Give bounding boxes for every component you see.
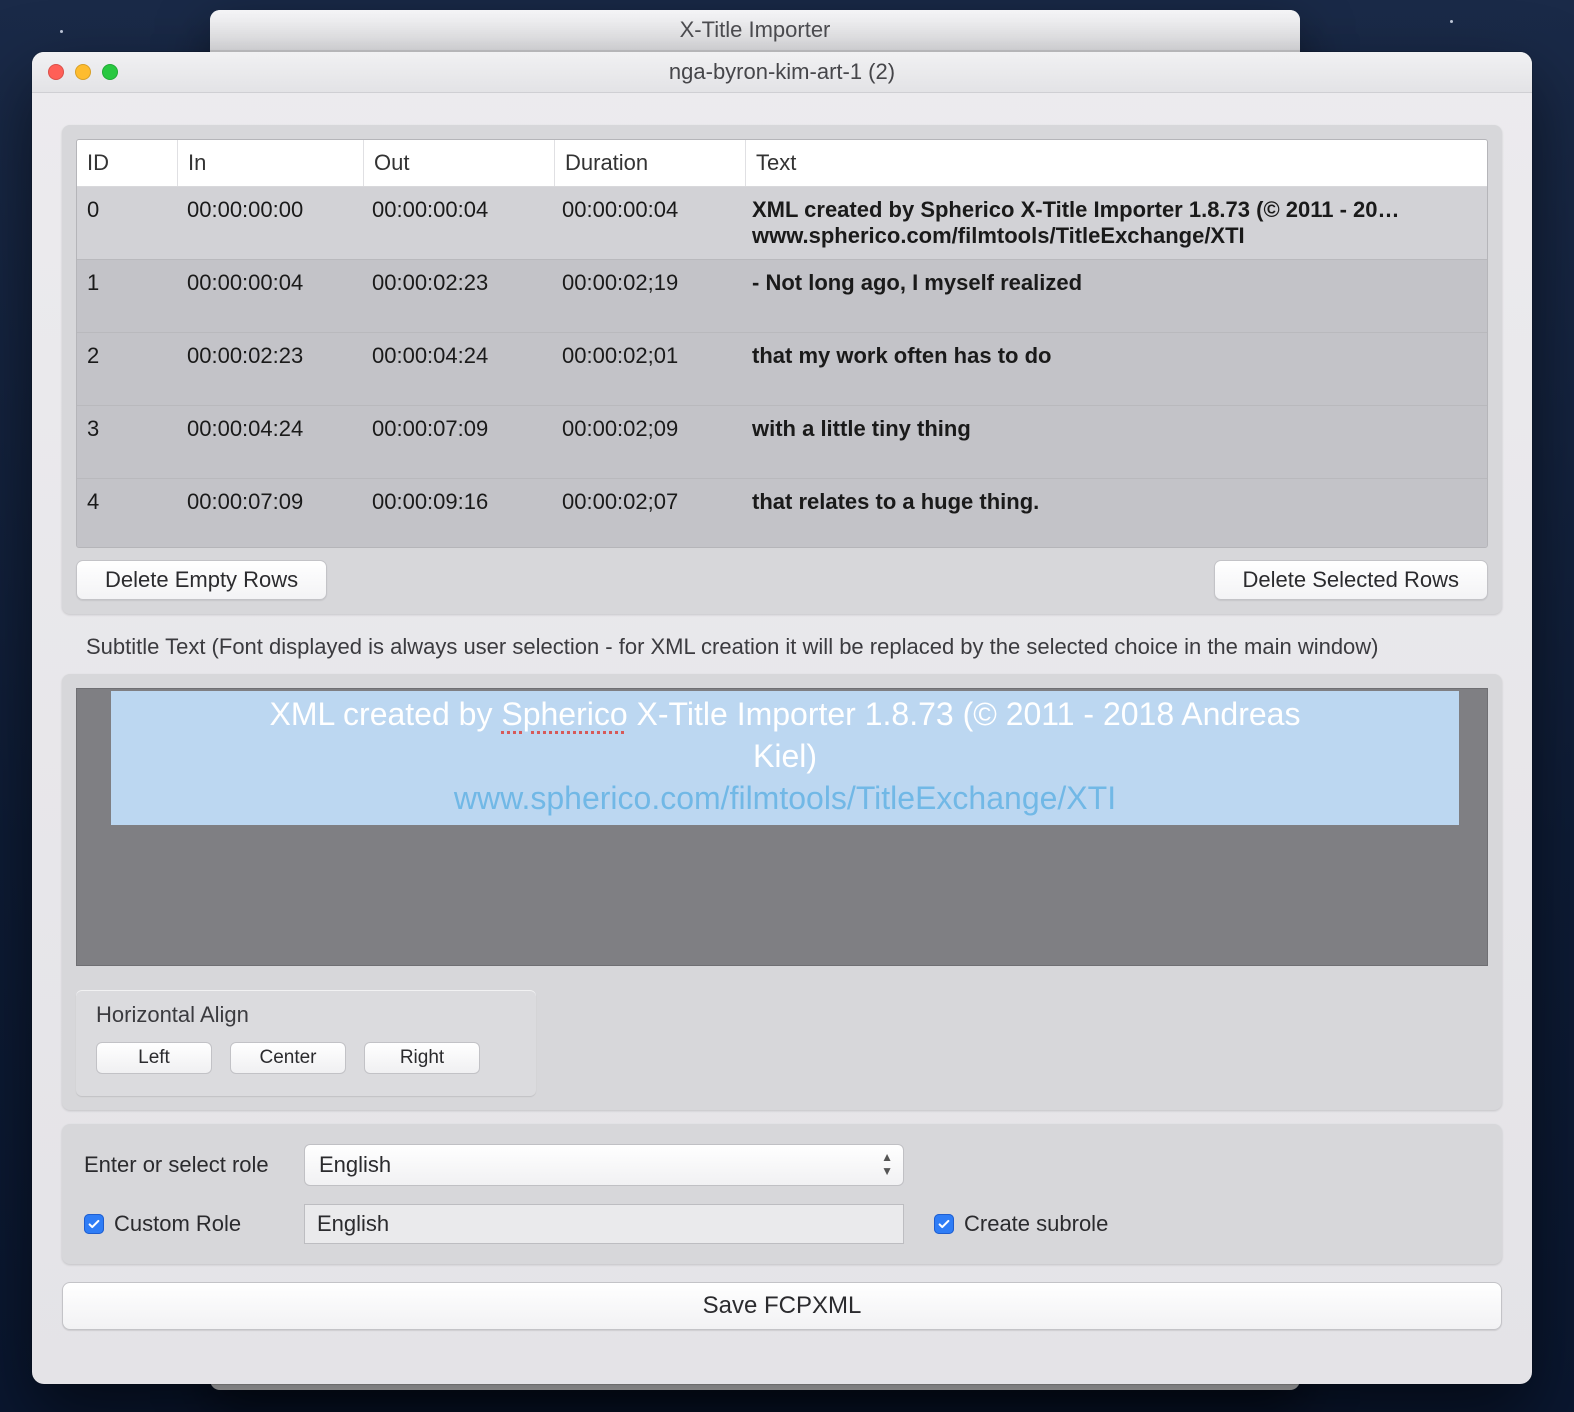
table-header: ID In Out Duration Text	[77, 140, 1487, 187]
col-out[interactable]: Out	[364, 140, 555, 186]
subtitle-preview-panel: XML created by Spherico X-Title Importer…	[62, 674, 1502, 1110]
save-fcpxml-button[interactable]: Save FCPXML	[62, 1282, 1502, 1330]
horizontal-align-label: Horizontal Align	[96, 1002, 516, 1028]
table-body[interactable]: 0 00:00:00:00 00:00:00:04 00:00:00:04 XM…	[77, 187, 1487, 547]
subtitle-preview-text[interactable]: XML created by Spherico X-Title Importer…	[111, 691, 1459, 825]
align-left-button[interactable]: Left	[96, 1042, 212, 1074]
custom-role-checkbox-label[interactable]: Custom Role	[84, 1211, 304, 1237]
window-title: nga-byron-kim-art-1 (2)	[32, 59, 1532, 85]
table-row[interactable]: 3 00:00:04:24 00:00:07:09 00:00:02;09 wi…	[77, 406, 1487, 479]
delete-selected-rows-button[interactable]: Delete Selected Rows	[1214, 560, 1488, 600]
table-row[interactable]: 0 00:00:00:00 00:00:00:04 00:00:00:04 XM…	[77, 187, 1487, 260]
updown-icon: ▲▼	[881, 1151, 893, 1177]
col-text[interactable]: Text	[746, 140, 1487, 186]
subtitle-table-panel: ID In Out Duration Text 0 00:00:00:00 00…	[62, 125, 1502, 614]
table-row[interactable]: 1 00:00:00:04 00:00:02:23 00:00:02;19 - …	[77, 260, 1487, 333]
create-subrole-checkbox-label[interactable]: Create subrole	[934, 1211, 1480, 1237]
background-window-title: X-Title Importer	[210, 10, 1300, 51]
role-select-value: English	[319, 1152, 391, 1178]
col-id[interactable]: ID	[77, 140, 178, 186]
subtitle-preview[interactable]: XML created by Spherico X-Title Importer…	[76, 688, 1488, 966]
custom-role-field[interactable]: English	[304, 1204, 904, 1244]
table-row[interactable]: 4 00:00:07:09 00:00:09:16 00:00:02;07 th…	[77, 479, 1487, 547]
subtitle-note: Subtitle Text (Font displayed is always …	[86, 634, 1500, 660]
table-row[interactable]: 2 00:00:02:23 00:00:04:24 00:00:02;01 th…	[77, 333, 1487, 406]
subtitle-table[interactable]: ID In Out Duration Text 0 00:00:00:00 00…	[76, 139, 1488, 548]
delete-empty-rows-button[interactable]: Delete Empty Rows	[76, 560, 327, 600]
col-in[interactable]: In	[178, 140, 364, 186]
custom-role-checkbox[interactable]	[84, 1214, 104, 1234]
col-duration[interactable]: Duration	[555, 140, 746, 186]
main-window: nga-byron-kim-art-1 (2) ID In Out Durati…	[32, 52, 1532, 1384]
role-select[interactable]: English ▲▼	[304, 1144, 904, 1186]
align-center-button[interactable]: Center	[230, 1042, 346, 1074]
titlebar: nga-byron-kim-art-1 (2)	[32, 52, 1532, 93]
role-panel: Enter or select role English ▲▼ Custom R…	[62, 1124, 1502, 1264]
horizontal-align-panel: Horizontal Align Left Center Right	[76, 990, 536, 1096]
enter-role-label: Enter or select role	[84, 1152, 304, 1178]
create-subrole-checkbox[interactable]	[934, 1214, 954, 1234]
align-right-button[interactable]: Right	[364, 1042, 480, 1074]
